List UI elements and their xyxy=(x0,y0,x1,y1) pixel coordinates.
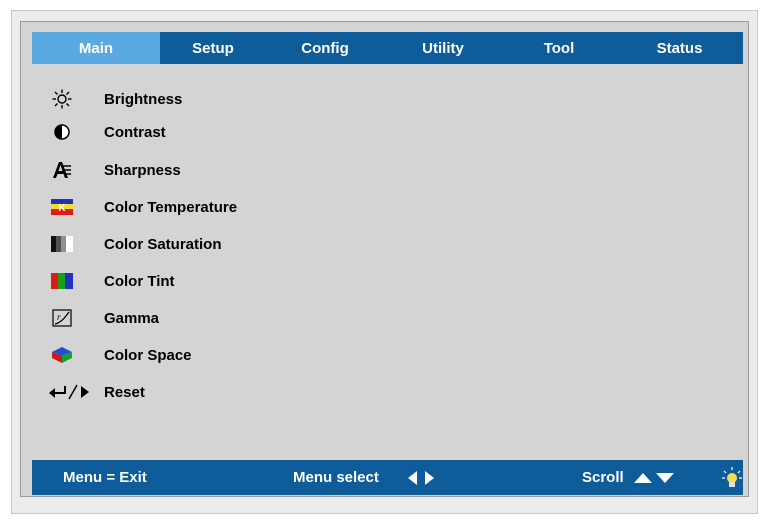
tab-setup[interactable]: Setup xyxy=(160,32,266,64)
tab-tool[interactable]: Tool xyxy=(502,32,616,64)
up-down-arrows-icon xyxy=(634,460,674,495)
tab-utility[interactable]: Utility xyxy=(384,32,502,64)
menu-item-color-space[interactable]: Color Space xyxy=(49,341,449,369)
svg-text:K: K xyxy=(58,203,66,214)
menu-item-label: Color Space xyxy=(104,346,192,364)
menu-item-color-temperature[interactable]: K Color Temperature xyxy=(49,193,449,221)
tab-bar: Main Setup Config Utility Tool Status xyxy=(32,32,743,64)
menu-item-label: Brightness xyxy=(104,90,183,108)
scroll-hint: Scroll xyxy=(582,469,624,486)
color-space-icon xyxy=(49,343,75,367)
tab-config[interactable]: Config xyxy=(266,32,384,64)
menu-item-label: Color Temperature xyxy=(104,198,238,216)
menu-item-color-saturation[interactable]: Color Saturation xyxy=(49,230,449,258)
tab-status[interactable]: Status xyxy=(616,32,743,64)
menu-item-reset[interactable]: Reset xyxy=(49,378,449,406)
left-right-arrows-icon xyxy=(408,460,434,495)
menu-item-label: Color Tint xyxy=(104,272,175,290)
sun-icon xyxy=(49,87,75,111)
menu-item-color-tint[interactable]: Color Tint xyxy=(49,267,449,295)
status-footer: Menu = Exit Menu select Scroll xyxy=(32,460,743,495)
menu-item-label: Reset xyxy=(104,383,145,401)
enter-right-icon xyxy=(49,380,95,404)
gamma-icon: r xyxy=(49,306,75,330)
menu-item-sharpness[interactable]: Sharpness xyxy=(49,156,449,184)
menu-item-label: Color Saturation xyxy=(104,235,222,253)
menu-item-label: Contrast xyxy=(104,123,166,141)
tab-main[interactable]: Main xyxy=(32,32,160,64)
menu-item-label: Sharpness xyxy=(104,161,181,179)
menu-item-brightness[interactable]: Brightness xyxy=(49,85,449,113)
menu-item-label: Gamma xyxy=(104,309,160,327)
sharpness-icon xyxy=(49,158,75,182)
color-temperature-icon: K xyxy=(49,195,75,219)
menu-item-contrast[interactable]: Contrast xyxy=(49,118,449,146)
svg-text:r: r xyxy=(57,312,61,322)
menu-item-gamma[interactable]: r Gamma xyxy=(49,304,449,332)
contrast-icon xyxy=(49,120,75,144)
color-saturation-icon xyxy=(49,232,75,256)
exit-hint: Menu = Exit xyxy=(63,469,147,486)
color-tint-icon xyxy=(49,269,75,293)
select-hint: Menu select xyxy=(293,469,379,486)
lamp-icon xyxy=(722,460,742,495)
